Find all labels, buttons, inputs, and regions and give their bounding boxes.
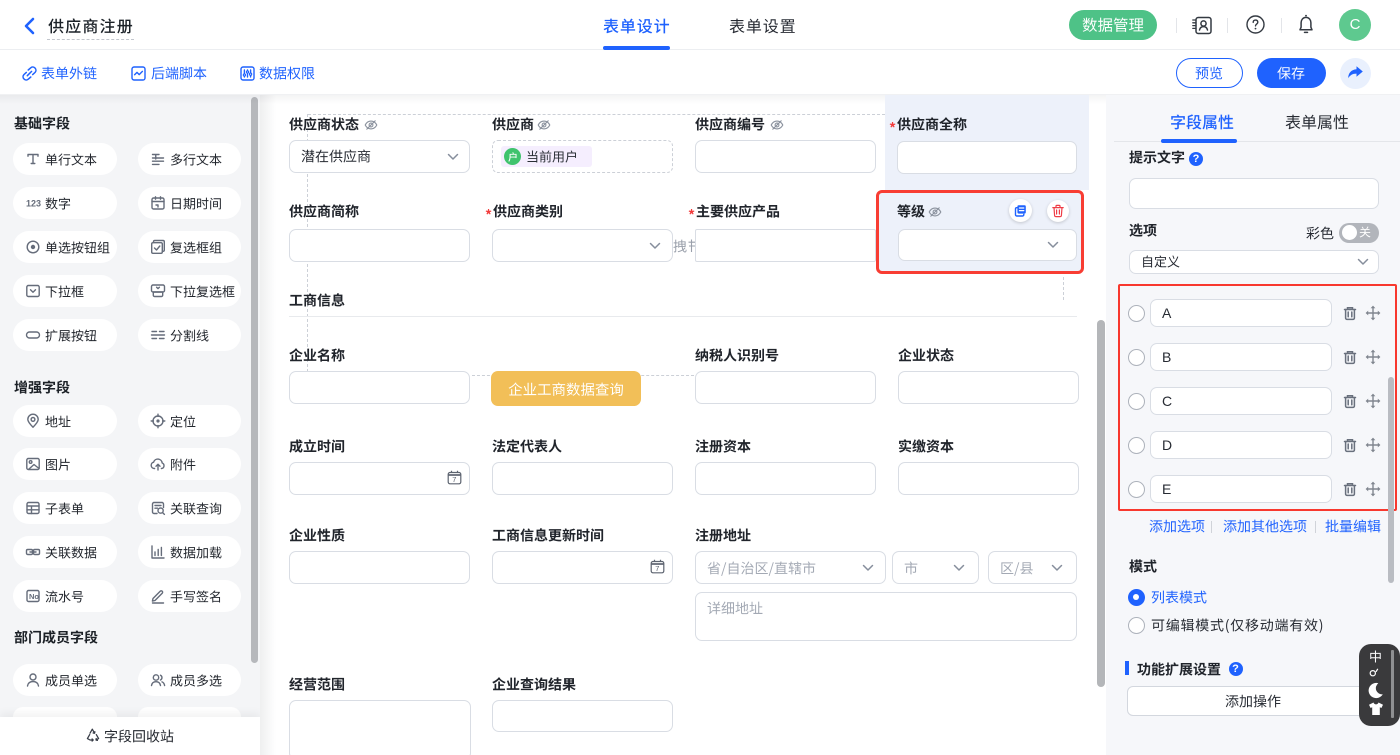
svg-text:7: 7 — [452, 475, 456, 484]
svg-text:123: 123 — [26, 199, 41, 209]
svg-text:7: 7 — [655, 564, 659, 573]
svg-text:No: No — [29, 592, 39, 601]
